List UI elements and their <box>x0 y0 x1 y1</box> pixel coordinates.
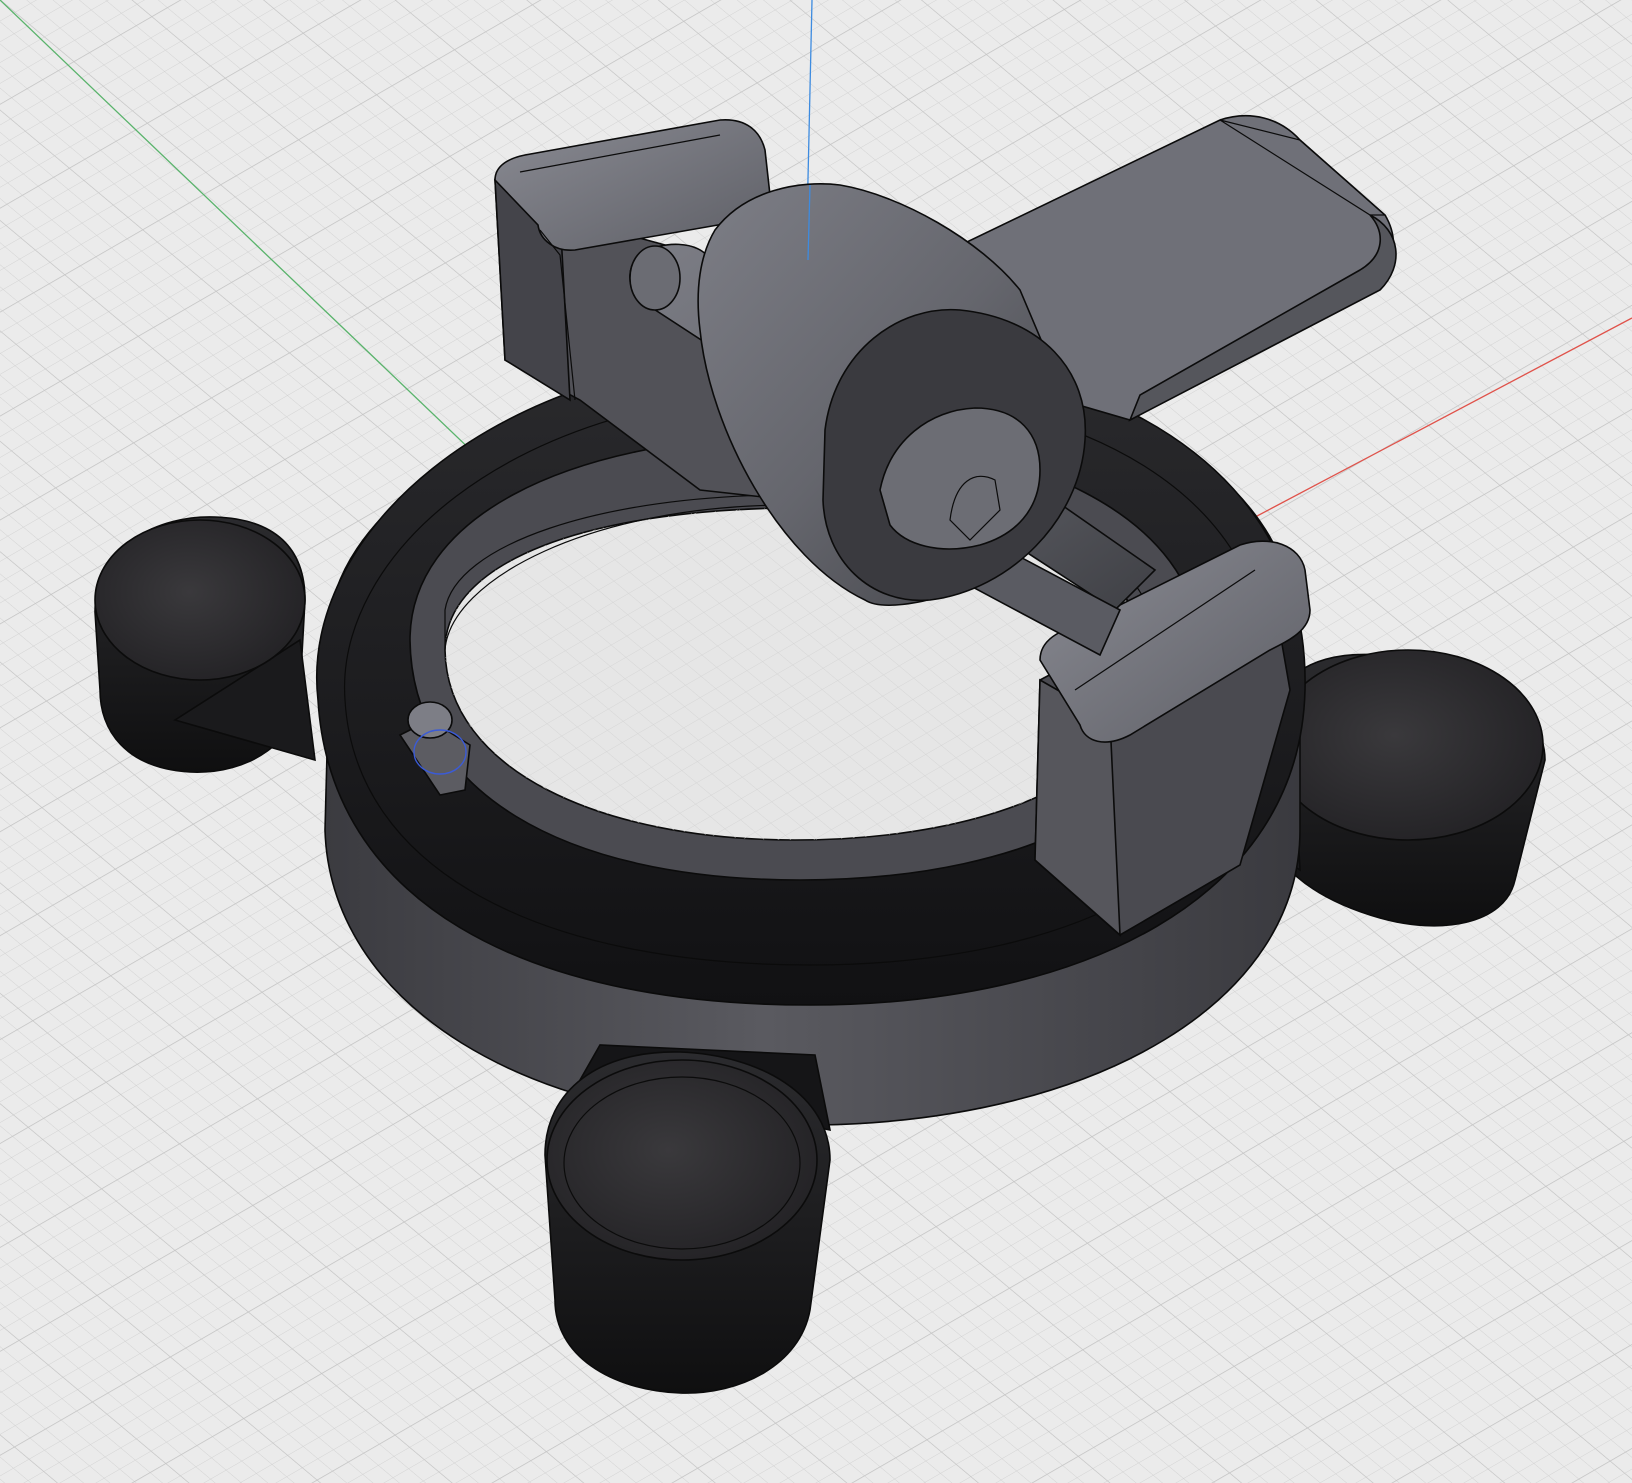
foot-front[interactable] <box>544 1044 832 1394</box>
3d-viewport[interactable] <box>0 0 1632 1483</box>
foot-left[interactable] <box>94 516 316 773</box>
